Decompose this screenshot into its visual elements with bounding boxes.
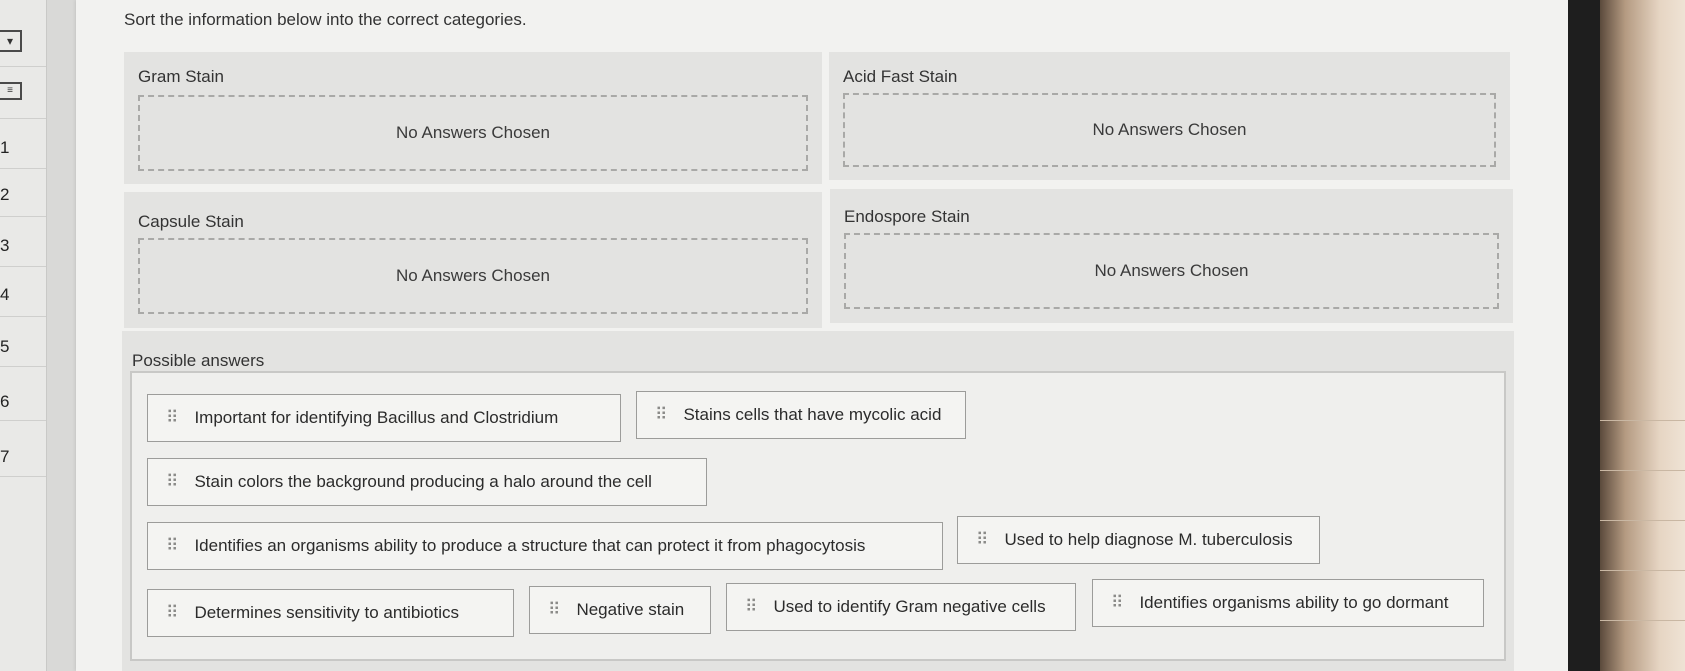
answer-chip-label: Used to help diagnose M. tuberculosis	[1004, 530, 1293, 549]
screen-bezel	[1568, 0, 1600, 671]
drag-handle-icon[interactable]: ⠿	[166, 603, 179, 623]
paper-rule	[1600, 620, 1685, 621]
paper-rule	[1600, 420, 1685, 421]
category-gram-stain: Gram Stain No Answers Chosen	[124, 52, 822, 184]
divider	[0, 168, 46, 169]
drag-handle-icon[interactable]: ⠿	[1111, 593, 1124, 613]
possible-answers-title: Possible answers	[132, 351, 265, 370]
category-title: Acid Fast Stain	[843, 67, 958, 86]
dropzone-placeholder: No Answers Chosen	[1094, 261, 1249, 280]
category-acid-fast-stain: Acid Fast Stain No Answers Chosen	[829, 52, 1510, 180]
drag-handle-icon[interactable]: ⠿	[166, 472, 179, 492]
answer-chip[interactable]: ⠿ Identifies organisms ability to go dor…	[1092, 579, 1484, 627]
answer-chip-label: Identifies an organisms ability to produ…	[194, 536, 866, 555]
question-nav-item-2[interactable]: 2	[0, 185, 9, 205]
dropzone-acid-fast-stain[interactable]: No Answers Chosen	[843, 93, 1496, 167]
divider	[0, 476, 46, 477]
drag-handle-icon[interactable]: ⠿	[548, 600, 561, 620]
dropzone-gram-stain[interactable]: No Answers Chosen	[138, 95, 808, 171]
answer-chip[interactable]: ⠿ Determines sensitivity to antibiotics	[147, 589, 514, 637]
drag-handle-icon[interactable]: ⠿	[976, 530, 989, 550]
question-nav-item-4[interactable]: 4	[0, 285, 9, 305]
divider	[0, 66, 46, 67]
answer-chip-label: Determines sensitivity to antibiotics	[194, 603, 459, 622]
paper-rule	[1600, 470, 1685, 471]
divider	[0, 216, 46, 217]
category-title: Capsule Stain	[138, 212, 244, 231]
question-nav-item-5[interactable]: 5	[0, 337, 9, 357]
category-endospore-stain: Endospore Stain No Answers Chosen	[830, 189, 1513, 323]
divider	[0, 118, 46, 119]
dropzone-endospore-stain[interactable]: No Answers Chosen	[844, 233, 1499, 309]
instructions-text: Sort the information below into the corr…	[124, 10, 527, 29]
category-capsule-stain: Capsule Stain No Answers Chosen	[124, 192, 822, 328]
drag-handle-icon[interactable]: ⠿	[166, 408, 179, 428]
question-nav-item-1[interactable]: 1	[0, 138, 9, 158]
divider	[0, 266, 46, 267]
drag-handle-icon[interactable]: ⠿	[745, 597, 758, 617]
answer-chip[interactable]: ⠿ Identifies an organisms ability to pro…	[147, 522, 943, 570]
paper-rule	[1600, 520, 1685, 521]
question-nav-rail: ▾ ≡ 1 2 3 4 5 6 7	[0, 0, 47, 671]
answer-chip-label: Stains cells that have mycolic acid	[683, 405, 942, 424]
paper-rule	[1600, 570, 1685, 571]
dropzone-placeholder: No Answers Chosen	[1092, 120, 1247, 139]
divider	[0, 366, 46, 367]
question-nav-item-6[interactable]: 6	[0, 392, 9, 412]
category-title: Gram Stain	[138, 67, 224, 86]
category-title: Endospore Stain	[844, 207, 970, 226]
answer-chip[interactable]: ⠿ Used to help diagnose M. tuberculosis	[957, 516, 1320, 564]
question-nav-item-7[interactable]: 7	[0, 447, 9, 467]
answer-chip-label: Important for identifying Bacillus and C…	[194, 408, 559, 427]
divider	[0, 420, 46, 421]
answer-chip-label: Negative stain	[576, 600, 685, 619]
dropzone-placeholder: No Answers Chosen	[395, 266, 551, 285]
answer-chip-label: Stain colors the background producing a …	[194, 472, 652, 491]
dropzone-placeholder: No Answers Chosen	[395, 123, 551, 142]
question-nav-item-3[interactable]: 3	[0, 236, 9, 256]
notes-icon[interactable]: ≡	[0, 82, 22, 100]
answer-chip[interactable]: ⠿ Important for identifying Bacillus and…	[147, 394, 621, 442]
answer-chip[interactable]: ⠿ Negative stain	[529, 586, 711, 634]
dropzone-capsule-stain[interactable]: No Answers Chosen	[138, 238, 808, 314]
answer-chip[interactable]: ⠿ Stain colors the background producing …	[147, 458, 707, 506]
answer-chip-label: Used to identify Gram negative cells	[773, 597, 1046, 616]
answer-chip[interactable]: ⠿ Stains cells that have mycolic acid	[636, 391, 966, 439]
flag-icon[interactable]: ▾	[0, 30, 22, 52]
answer-chip[interactable]: ⠿ Used to identify Gram negative cells	[726, 583, 1076, 631]
answer-chip-label: Identifies organisms ability to go dorma…	[1139, 593, 1449, 612]
drag-handle-icon[interactable]: ⠿	[655, 405, 668, 425]
drag-handle-icon[interactable]: ⠿	[166, 536, 179, 556]
divider	[0, 316, 46, 317]
